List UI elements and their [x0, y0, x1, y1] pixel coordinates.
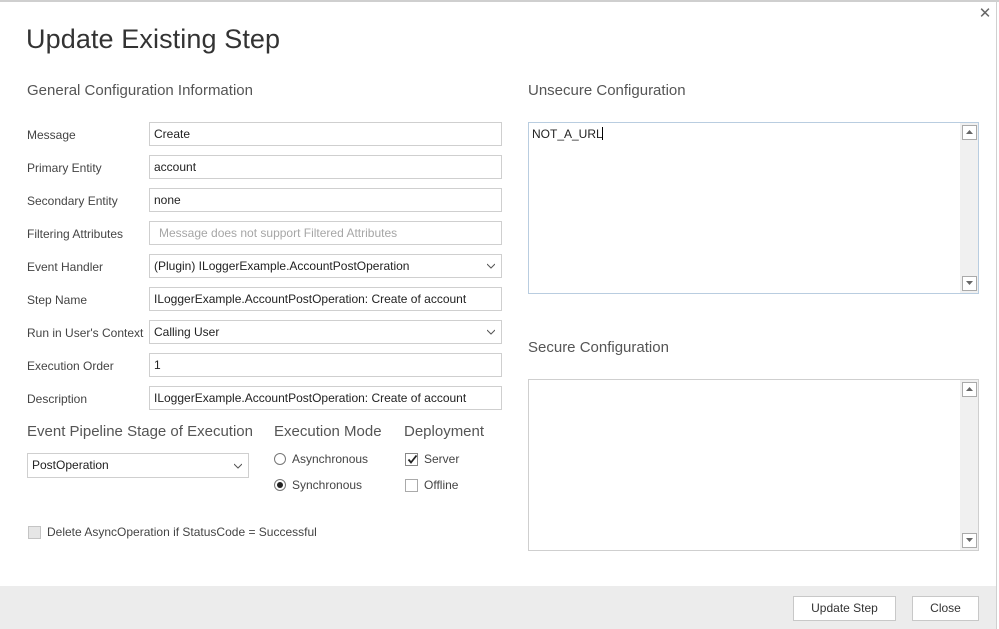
- arrow-down-icon: [966, 281, 973, 285]
- execution-mode-title: Execution Mode: [274, 423, 382, 440]
- secure-scrollbar[interactable]: [960, 380, 978, 550]
- text-caret: [601, 127, 603, 140]
- arrow-up-icon: [966, 387, 973, 391]
- close-x-icon[interactable]: ✕: [977, 6, 993, 22]
- arrow-up-icon: [966, 130, 973, 134]
- chevron-down-icon: [487, 263, 495, 269]
- radio-synchronous[interactable]: Synchronous: [274, 478, 362, 492]
- description-label: Description: [27, 392, 88, 406]
- execution-order-field[interactable]: 1: [149, 353, 502, 377]
- radio-button-selected[interactable]: [274, 479, 286, 491]
- radio-asynchronous-label: Asynchronous: [292, 452, 369, 466]
- event-handler-label: Event Handler: [27, 260, 104, 274]
- arrow-down-icon: [966, 538, 973, 542]
- step-name-label: Step Name: [27, 293, 88, 307]
- pipeline-stage-value: PostOperation: [32, 458, 109, 472]
- secondary-entity-label: Secondary Entity: [27, 194, 118, 208]
- filtering-attributes-field[interactable]: Message does not support Filtered Attrib…: [149, 221, 502, 245]
- radio-synchronous-label: Synchronous: [292, 478, 363, 492]
- checkbox-offline-label: Offline: [424, 478, 459, 492]
- description-field[interactable]: ILoggerExample.AccountPostOperation: Cre…: [149, 386, 502, 410]
- pipeline-stage-select[interactable]: PostOperation: [27, 453, 249, 478]
- secure-config-title: Secure Configuration: [528, 339, 669, 356]
- delete-async-option[interactable]: Delete AsyncOperation if StatusCode = Su…: [28, 525, 317, 539]
- pipeline-stage-title: Event Pipeline Stage of Execution: [27, 423, 253, 440]
- run-context-label: Run in User's Context: [27, 326, 144, 340]
- scroll-down-button[interactable]: [962, 533, 977, 548]
- unsecure-config-value: NOT_A_URL: [532, 127, 603, 141]
- chevron-down-icon: [487, 329, 495, 335]
- dialog-title: Update Existing Step: [26, 24, 281, 54]
- primary-entity-field[interactable]: account: [149, 155, 502, 179]
- unsecure-scrollbar[interactable]: [960, 123, 978, 293]
- delete-async-checkbox[interactable]: [28, 525, 41, 539]
- checkbox-server[interactable]: Server: [405, 452, 459, 466]
- radio-asynchronous[interactable]: Asynchronous: [274, 452, 368, 466]
- scroll-up-button[interactable]: [962, 125, 977, 140]
- checkbox-offline[interactable]: Offline: [405, 478, 458, 492]
- close-button[interactable]: Close: [912, 596, 979, 621]
- run-context-select[interactable]: Calling User: [149, 320, 502, 344]
- checkbox-checked[interactable]: [405, 452, 418, 466]
- unsecure-config-textarea[interactable]: NOT_A_URL: [528, 122, 979, 294]
- secure-config-textarea[interactable]: [528, 379, 979, 551]
- checkbox-server-label: Server: [424, 452, 460, 466]
- message-label: Message: [27, 128, 76, 142]
- filtering-attributes-label: Filtering Attributes: [27, 227, 124, 241]
- run-context-value: Calling User: [154, 325, 220, 339]
- general-section-title: General Configuration Information: [27, 82, 253, 99]
- execution-order-label: Execution Order: [27, 359, 114, 373]
- deployment-title: Deployment: [404, 423, 485, 440]
- radio-button[interactable]: [274, 453, 286, 465]
- scroll-down-button[interactable]: [962, 276, 977, 291]
- message-field[interactable]: Create: [149, 122, 502, 146]
- event-handler-select[interactable]: (Plugin) ILoggerExample.AccountPostOpera…: [149, 254, 502, 278]
- event-handler-value: (Plugin) ILoggerExample.AccountPostOpera…: [154, 259, 410, 273]
- checkbox-unchecked[interactable]: [405, 478, 418, 492]
- secondary-entity-field[interactable]: none: [149, 188, 502, 212]
- delete-async-label: Delete AsyncOperation if StatusCode = Su…: [47, 525, 317, 539]
- dialog-right-border: [996, 0, 997, 629]
- primary-entity-label: Primary Entity: [27, 161, 102, 175]
- scroll-up-button[interactable]: [962, 382, 977, 397]
- checkmark-icon: [407, 454, 418, 464]
- unsecure-config-title: Unsecure Configuration: [528, 82, 686, 99]
- update-step-button[interactable]: Update Step: [793, 596, 896, 621]
- window-top-border: [0, 0, 999, 2]
- step-name-field[interactable]: ILoggerExample.AccountPostOperation: Cre…: [149, 287, 502, 311]
- chevron-down-icon: [234, 463, 242, 469]
